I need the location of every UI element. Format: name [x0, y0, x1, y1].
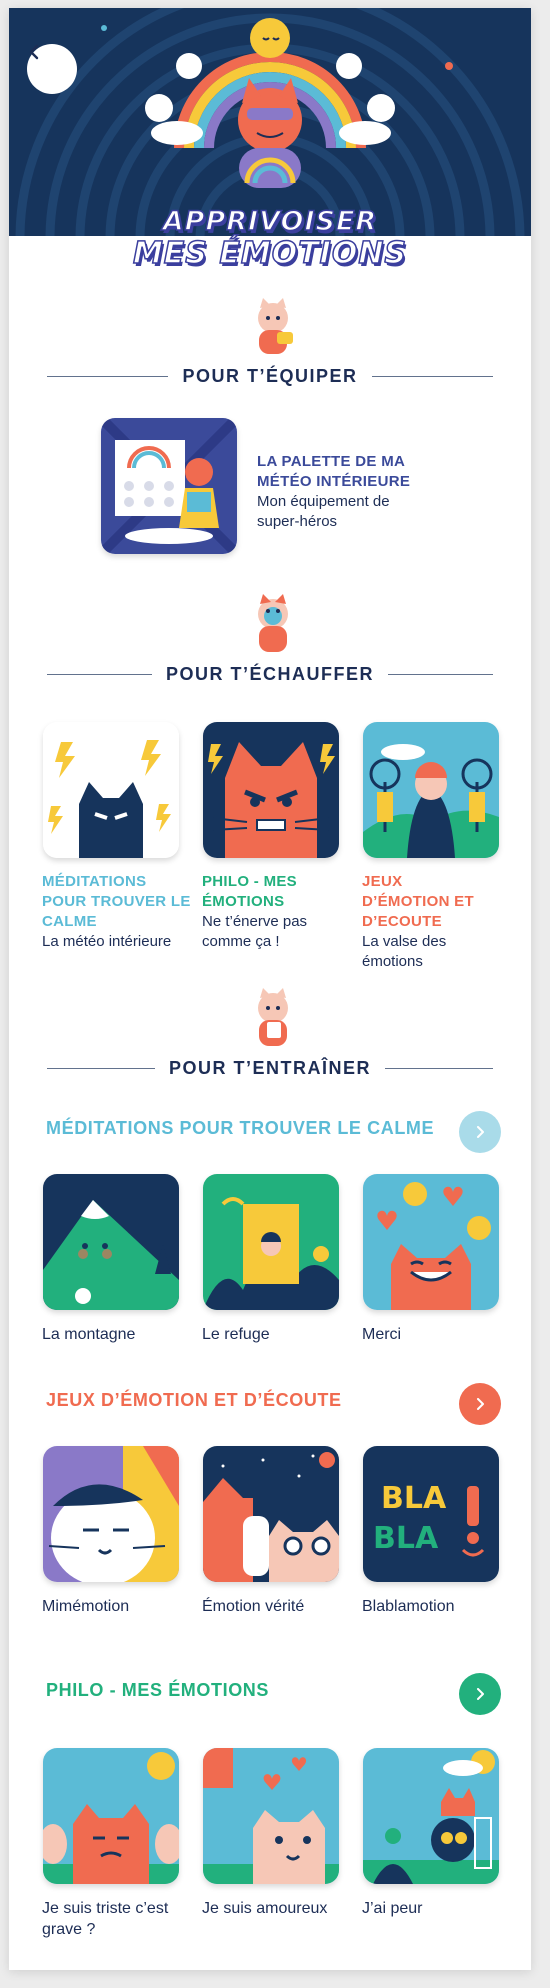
tile-meteo-interieure[interactable]	[43, 722, 179, 858]
meditations-next-button[interactable]	[459, 1111, 501, 1153]
dancing-character-illustration	[363, 722, 499, 858]
item-label: Blablamotion	[362, 1598, 455, 1615]
row-title-jeux: JEUX D’ÉMOTION ET D’ÉCOUTE	[46, 1390, 342, 1410]
palette-illustration	[101, 418, 237, 554]
tile-peur[interactable]	[363, 1748, 499, 1884]
equip-title: Mon équipement de super-héros	[257, 493, 390, 530]
item-label: La montagne	[42, 1326, 136, 1343]
tile-palette[interactable]	[101, 418, 237, 554]
section-title: POUR T’ÉQUIPER	[182, 365, 358, 386]
section-title: POUR T’ENTRAÎNER	[169, 1057, 372, 1078]
warmup-caption-3: JEUX D’ÉMOTION ET D’ECOUTE La valse des …	[362, 872, 492, 972]
tile-valse-emotions[interactable]	[363, 722, 499, 858]
equip-caption: LA PALETTE DE MA MÉTÉO INTÉRIEURE Mon éq…	[257, 452, 427, 532]
chevron-right-icon	[477, 1398, 484, 1410]
tile-montagne[interactable]	[43, 1174, 179, 1310]
angry-cat-illustration	[43, 722, 179, 858]
tile-refuge[interactable]	[203, 1174, 339, 1310]
blabla-illustration: BLA BLA	[363, 1446, 499, 1582]
hero-illustration	[15, 8, 525, 236]
warmup-title-2: Ne t’énerve pas comme ça !	[202, 913, 308, 950]
item-label: Mimémotion	[42, 1598, 130, 1615]
chevron-left-icon	[29, 44, 39, 60]
tile-merci[interactable]	[363, 1174, 499, 1310]
page-card: APPRIVOISER MES ÉMOTIONS POUR T’ÉQUIPER …	[9, 8, 531, 1970]
chevron-right-icon	[477, 1688, 484, 1700]
item-label: Je suis triste c’est grave ?	[42, 1900, 169, 1938]
tile-blablamotion[interactable]: BLA BLA	[363, 1446, 499, 1582]
tile-philo-enerve[interactable]	[203, 722, 339, 858]
tile-mimemotion[interactable]	[43, 1446, 179, 1582]
sad-cat-illustration	[43, 1748, 179, 1884]
warmup-category-1: MÉDITATIONS POUR TROUVER LE CALME	[42, 873, 191, 930]
section-title: POUR T’ÉCHAUFFER	[166, 663, 374, 684]
warmup-category-2: PHILO - MES ÉMOTIONS	[202, 873, 297, 910]
thankful-cat-illustration	[363, 1174, 499, 1310]
jeux-next-button[interactable]	[459, 1383, 501, 1425]
row-title-meditations: MÉDITATIONS POUR TROUVER LE CALME	[46, 1118, 435, 1138]
tile-triste[interactable]	[43, 1748, 179, 1884]
hero-title-line-1: APPRIVOISER	[162, 205, 378, 238]
blabla-text-1: BLA	[381, 1481, 447, 1516]
item-label: J’ai peur	[362, 1900, 423, 1917]
item-label: Je suis amoureux	[202, 1900, 328, 1917]
section-header-equip: POUR T’ÉQUIPER	[47, 364, 493, 388]
mascot-train-icon	[258, 988, 288, 1046]
mountain-illustration	[43, 1174, 179, 1310]
scared-cat-illustration	[363, 1748, 499, 1884]
hero-banner	[9, 8, 531, 236]
refuge-illustration	[203, 1174, 339, 1310]
blabla-text-2: BLA	[373, 1521, 439, 1556]
item-label: Émotion vérité	[202, 1598, 305, 1615]
warmup-caption-2: PHILO - MES ÉMOTIONS Ne t’énerve pas com…	[202, 872, 332, 952]
row-title-philo: PHILO - MES ÉMOTIONS	[46, 1680, 270, 1700]
section-header-warmup: POUR T’ÉCHAUFFER	[47, 662, 493, 686]
tile-emotion-verite[interactable]	[203, 1446, 339, 1582]
item-label: Le refuge	[202, 1326, 270, 1343]
furious-cat-illustration	[203, 722, 339, 858]
tile-amoureux[interactable]	[203, 1748, 339, 1884]
truth-cats-illustration	[203, 1446, 339, 1582]
mascot-equip-icon	[258, 298, 293, 354]
mime-cat-illustration	[43, 1446, 179, 1582]
item-label: Merci	[362, 1326, 402, 1343]
section-header-train: POUR T’ENTRAÎNER	[47, 1056, 494, 1080]
warmup-title-1: La météo intérieure	[42, 933, 172, 950]
warmup-category-3: JEUX D’ÉMOTION ET D’ECOUTE	[362, 873, 474, 930]
chevron-right-icon	[477, 1126, 484, 1138]
warmup-caption-1: MÉDITATIONS POUR TROUVER LE CALME La mét…	[42, 872, 192, 952]
in-love-character-illustration	[203, 1748, 339, 1884]
hero-title-line-2: MES ÉMOTIONS	[132, 235, 408, 272]
back-button[interactable]	[27, 44, 77, 94]
mascot-warmup-icon	[258, 594, 288, 652]
equip-category: LA PALETTE DE MA MÉTÉO INTÉRIEURE	[257, 453, 411, 490]
philo-next-button[interactable]	[459, 1673, 501, 1715]
warmup-title-3: La valse des émotions	[362, 933, 447, 970]
